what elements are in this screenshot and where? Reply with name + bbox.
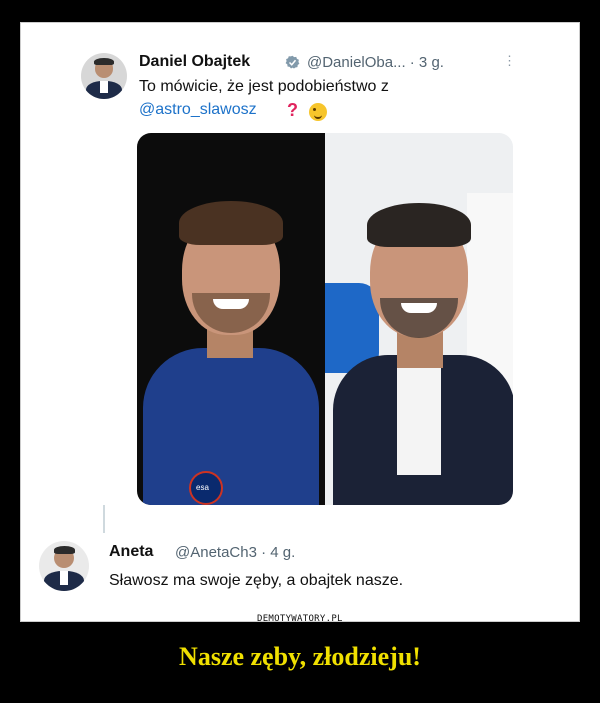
- comparison-photo[interactable]: esa: [137, 133, 513, 505]
- photo-obajtek: [325, 133, 513, 505]
- mention-link[interactable]: @astro_slawosz: [139, 101, 257, 119]
- reply-author-name[interactable]: Aneta: [109, 543, 153, 561]
- verified-badge-icon: [285, 55, 300, 69]
- tweet-daniel: Daniel Obajtek @DanielOba... · 3 g. ⋮ To…: [21, 23, 579, 523]
- photo-astronaut: esa: [137, 133, 325, 505]
- reply-author-handle-time[interactable]: @AnetaCh3 · 4 g.: [175, 544, 295, 561]
- reply-thread-line: [103, 505, 105, 533]
- tweet-screenshot-frame: Daniel Obajtek @DanielOba... · 3 g. ⋮ To…: [20, 22, 580, 622]
- more-options-icon[interactable]: ⋮: [503, 53, 517, 69]
- author-handle-time[interactable]: @DanielOba... · 3 g.: [307, 54, 444, 71]
- esa-logo-text: esa: [196, 483, 209, 492]
- avatar-aneta[interactable]: [39, 541, 89, 591]
- caption: Nasze zęby, złodzieju!: [179, 642, 421, 671]
- question-mark-emoji: ?: [287, 100, 298, 120]
- tweet-text: To mówicie, że jest podobieństwo z: [139, 78, 389, 95]
- author-name[interactable]: Daniel Obajtek: [139, 53, 250, 71]
- reply-text: Sławosz ma swoje zęby, a obajtek nasze.: [109, 572, 404, 589]
- watermark: DEMOTYWATORY.PL: [253, 612, 347, 621]
- avatar-daniel[interactable]: [81, 53, 127, 99]
- winking-face-icon: [309, 103, 327, 121]
